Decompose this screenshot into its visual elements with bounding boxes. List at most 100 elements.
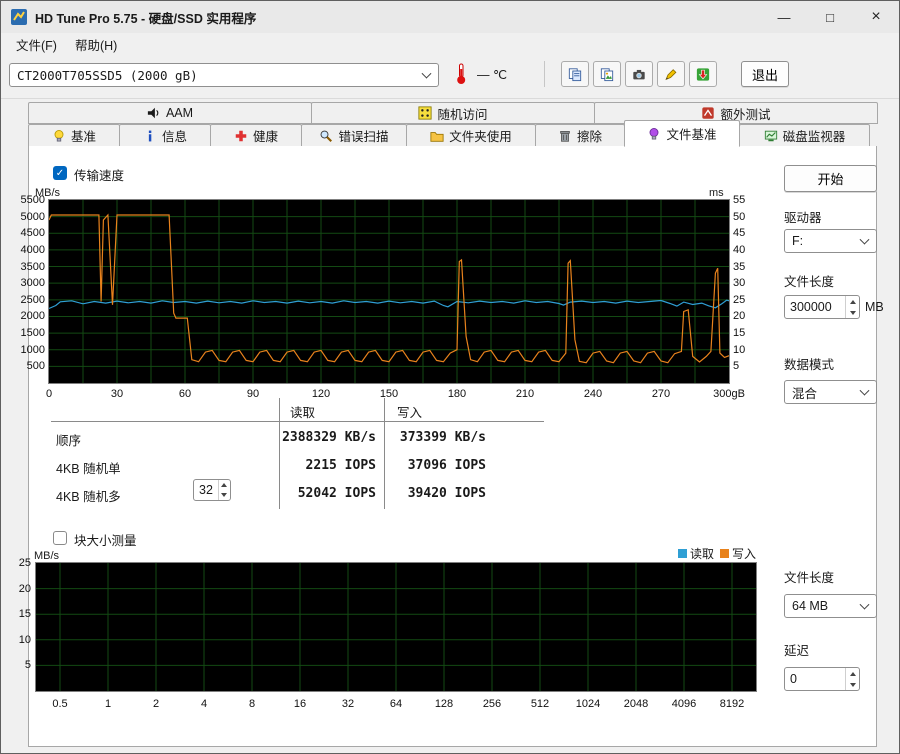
row-label-sequential: 顺序 [56, 430, 81, 449]
tab-random-access-label: 随机访问 [437, 104, 487, 123]
benchmark-icon [52, 129, 66, 143]
tab-info[interactable]: 信息 [119, 124, 211, 147]
spin-down-button[interactable] [846, 307, 859, 318]
delay-spinner[interactable]: 0 [784, 667, 860, 691]
speaker-icon [147, 106, 161, 120]
queue-depth-spinner[interactable]: 32 [193, 479, 231, 501]
tab-health[interactable]: 健康 [210, 124, 302, 147]
tab-random-access[interactable]: 随机访问 [311, 102, 595, 124]
spin-down-button[interactable] [846, 679, 859, 690]
table-divider-horizontal [51, 421, 544, 422]
chevron-down-icon [860, 386, 870, 396]
queue-depth-value: 32 [194, 480, 218, 500]
file-length-value: 300000 [785, 296, 845, 318]
y-axis-unit-block: MB/s [34, 550, 59, 562]
spin-up-button[interactable] [846, 296, 859, 307]
exit-button[interactable]: 退出 [741, 61, 789, 87]
file-length-label: 文件长度 [784, 271, 834, 290]
thermometer-icon [453, 61, 469, 90]
transfer-speed-checkbox[interactable]: ✓ [53, 166, 67, 180]
legend-read: 读取 [678, 545, 714, 562]
copy-image-button[interactable] [593, 61, 621, 87]
tab-benchmark[interactable]: 基准 [28, 124, 120, 147]
column-header-read: 读取 [290, 402, 315, 421]
menu-item-help[interactable]: 帮助(H) [66, 33, 126, 56]
file-length2-select[interactable]: 64 MB [784, 594, 877, 618]
block-size-label: 块大小测量 [74, 530, 137, 549]
start-button[interactable]: 开始 [784, 165, 877, 192]
delay-label: 延迟 [784, 640, 809, 659]
transfer-speed-chart [48, 199, 730, 384]
toolbar-divider [1, 98, 900, 99]
drive-select-value: F: [792, 234, 803, 248]
trash-icon [558, 129, 572, 143]
delay-value: 0 [785, 668, 845, 690]
random-single-write-value: 37096 IOPS [369, 458, 486, 473]
legend-write-swatch [720, 549, 729, 558]
save-icon [664, 67, 678, 81]
tab-row-bottom: 基准 信息 健康 错误扫描 文件夹使用 [28, 124, 877, 147]
row-label-4k-random-single: 4KB 随机单 [56, 458, 121, 477]
y-axis-unit-right: ms [709, 187, 724, 199]
tab-error-scan-label: 错误扫描 [338, 126, 388, 145]
file-length2-label: 文件长度 [784, 567, 834, 586]
screenshot-button[interactable] [625, 61, 653, 87]
menu-item-file[interactable]: 文件(F) [7, 33, 66, 56]
drive-select[interactable]: F: [784, 229, 877, 253]
device-select[interactable]: CT2000T705SSD5 (2000 gB) [9, 63, 439, 87]
device-select-value: CT2000T705SSD5 (2000 gB) [17, 68, 198, 83]
maximize-button[interactable]: □ [807, 1, 853, 33]
sequential-read-value: 2388329 KB/s [259, 430, 376, 445]
tab-info-label: 信息 [162, 126, 187, 145]
folder-icon [430, 129, 444, 143]
file-benchmark-icon [647, 127, 661, 141]
tab-file-benchmark[interactable]: 文件基准 [624, 120, 740, 147]
y-axis-unit-left: MB/s [35, 187, 60, 199]
data-mode-select[interactable]: 混合 [784, 380, 877, 404]
chevron-down-icon [860, 600, 870, 610]
info-icon [143, 129, 157, 143]
tab-aam[interactable]: AAM [28, 102, 312, 124]
spin-down-button[interactable] [219, 490, 230, 500]
camera-icon [632, 67, 646, 81]
tab-disk-monitor[interactable]: 磁盘监视器 [739, 124, 870, 147]
tab-error-scan[interactable]: 错误扫描 [301, 124, 407, 147]
disk-monitor-icon [764, 129, 778, 143]
menu-bar: 文件(F) 帮助(H) [1, 33, 899, 56]
tab-file-benchmark-label: 文件基准 [666, 124, 716, 143]
block-size-checkbox[interactable] [53, 531, 67, 545]
legend-read-swatch [678, 549, 687, 558]
spin-up-button[interactable] [219, 480, 230, 490]
minimize-button[interactable]: — [761, 1, 807, 33]
legend-write: 写入 [720, 545, 756, 562]
row-label-4k-random-multi: 4KB 随机多 [56, 486, 121, 505]
spinner-arrows [845, 668, 859, 690]
close-button[interactable]: × [853, 1, 899, 33]
app-icon [11, 9, 27, 25]
tab-erase-label: 擦除 [577, 126, 602, 145]
drive-label: 驱动器 [784, 207, 822, 226]
spinner-arrows [218, 480, 230, 500]
download-icon [696, 67, 710, 81]
copy-text-button[interactable] [561, 61, 589, 87]
tab-folder-usage[interactable]: 文件夹使用 [406, 124, 536, 147]
data-mode-value: 混合 [792, 383, 817, 402]
block-size-plot [36, 563, 756, 691]
transfer-speed-label: 传输速度 [74, 165, 124, 184]
save-results-button[interactable] [657, 61, 685, 87]
tab-erase[interactable]: 擦除 [535, 124, 625, 147]
magnifier-icon [319, 129, 333, 143]
toolbar-separator [544, 61, 545, 87]
tab-aam-label: AAM [166, 106, 193, 120]
temperature-value: — ℃ [477, 67, 507, 82]
file-length-unit: MB [865, 300, 884, 314]
tab-folder-usage-label: 文件夹使用 [449, 126, 512, 145]
tab-disk-monitor-label: 磁盘监视器 [783, 126, 846, 145]
file-length-spinner[interactable]: 300000 [784, 295, 860, 319]
chevron-down-icon [860, 235, 870, 245]
spin-up-button[interactable] [846, 668, 859, 679]
random-single-read-value: 2215 IOPS [259, 458, 376, 473]
chevron-down-icon [422, 69, 432, 79]
tab-health-label: 健康 [253, 126, 278, 145]
check-update-button[interactable] [689, 61, 717, 87]
